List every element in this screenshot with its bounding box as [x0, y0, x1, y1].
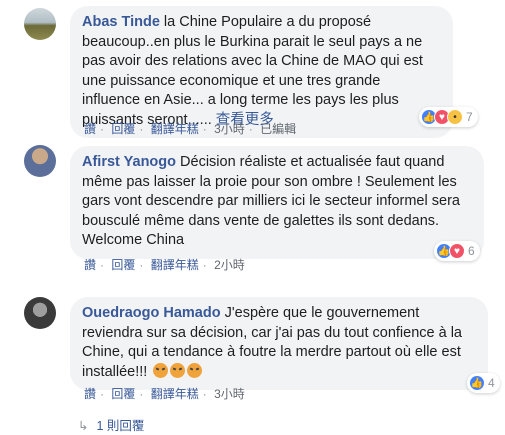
reaction-count: 6	[468, 244, 475, 258]
comment-author[interactable]: Ouedraogo Hamado	[82, 305, 221, 321]
translate-action[interactable]: 翻譯年糕	[151, 387, 199, 401]
sad-reaction-icon: •	[447, 109, 463, 125]
edited-label[interactable]: 已編輯	[260, 122, 296, 136]
reaction-count: 4	[488, 376, 495, 390]
comment-bubble: Ouedraogo Hamado J'espère que le gouvern…	[70, 297, 488, 390]
love-reaction-icon: ♥	[449, 243, 465, 259]
view-replies-link[interactable]: ↳ 1 則回覆	[78, 415, 144, 434]
comment-bubble: Abas Tinde la Chine Populaire a du propo…	[70, 6, 453, 138]
comment-author[interactable]: Abas Tinde	[82, 14, 160, 30]
comment-actions: 讚 · 回覆 · 翻譯年糕 · 2小時	[84, 258, 245, 272]
comment-author[interactable]: Afirst Yanogo	[82, 154, 176, 170]
reply-arrow-icon: ↳	[78, 419, 89, 433]
comment-body: la Chine Populaire a du proposé beaucoup…	[82, 14, 423, 128]
reply-action[interactable]: 回覆	[111, 258, 135, 272]
like-reaction-icon: 👍	[469, 375, 485, 391]
avatar[interactable]	[24, 145, 56, 177]
avatar[interactable]	[24, 297, 56, 329]
timestamp[interactable]: 3小時	[214, 122, 245, 136]
reaction-count: 7	[466, 110, 473, 124]
angry-emoji-icon	[153, 362, 169, 378]
angry-emoji-icon	[187, 362, 203, 378]
timestamp[interactable]: 2小時	[214, 258, 245, 272]
reply-action[interactable]: 回覆	[111, 387, 135, 401]
like-action[interactable]: 讚	[84, 387, 96, 401]
comment-actions: 讚 · 回覆 · 翻譯年糕 · 3小時 · 已編輯	[84, 122, 297, 136]
comment-actions: 讚 · 回覆 · 翻譯年糕 · 3小時	[84, 387, 245, 401]
reply-action[interactable]: 回覆	[111, 122, 135, 136]
comment-bubble: Afirst Yanogo Décision réaliste et actua…	[70, 146, 484, 259]
reaction-summary[interactable]: 👍 ♥ 6	[434, 241, 480, 261]
translate-action[interactable]: 翻譯年糕	[151, 122, 199, 136]
timestamp[interactable]: 3小時	[214, 387, 245, 401]
avatar[interactable]	[24, 8, 56, 40]
like-action[interactable]: 讚	[84, 258, 96, 272]
replies-label: 1 則回覆	[96, 419, 145, 433]
reaction-summary[interactable]: 👍 4	[467, 373, 500, 393]
angry-emoji-icon	[170, 362, 186, 378]
like-action[interactable]: 讚	[84, 122, 96, 136]
reaction-summary[interactable]: 👍 ♥ • 7	[419, 107, 478, 127]
translate-action[interactable]: 翻譯年糕	[151, 258, 199, 272]
